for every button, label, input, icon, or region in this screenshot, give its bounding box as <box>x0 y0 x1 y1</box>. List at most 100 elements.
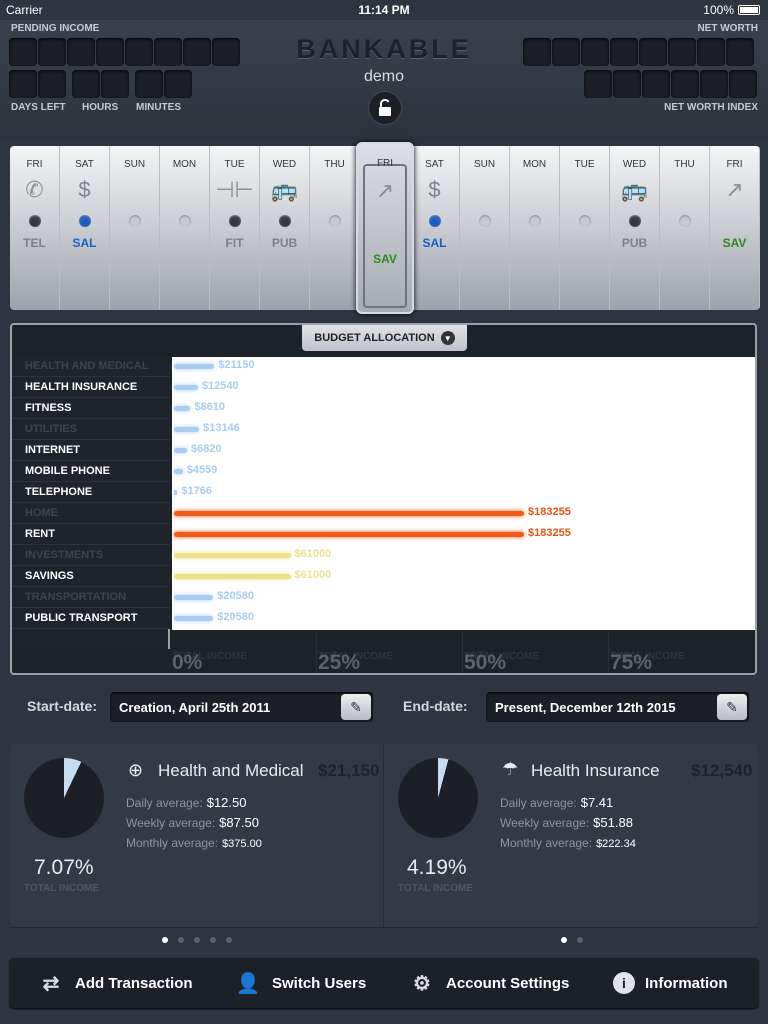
umbrella-icon: ☂ <box>502 759 519 779</box>
add-transaction-button[interactable]: ⇄ Add Transaction <box>37 958 193 1008</box>
event-code <box>510 236 559 250</box>
weekly-average-label: Weekly average: <box>126 816 216 830</box>
event-code: SAL <box>72 236 97 250</box>
percent-value: 7.07% <box>34 856 94 879</box>
plus-circle-icon: ⊕ <box>128 760 144 780</box>
start-date-field[interactable]: Creation, April 25th 2011 <box>110 692 373 722</box>
unlock-icon <box>379 99 391 116</box>
day-name: FRI <box>726 159 743 170</box>
information-label: Information <box>645 974 728 992</box>
account-settings-label: Account Settings <box>446 974 570 992</box>
calendar-day[interactable]: SAT $ SAL <box>60 146 110 310</box>
calendar-day[interactable]: MON <box>510 146 560 310</box>
empty-icon <box>460 175 509 205</box>
day-name: WED <box>622 159 647 170</box>
percent-pie-chart <box>398 758 478 838</box>
transfer-arrows-icon: ⇄ <box>42 972 60 995</box>
budget-bar <box>174 406 191 411</box>
event-code <box>110 236 159 250</box>
calendar-day[interactable]: SUN <box>110 146 160 310</box>
clock: 11:14 PM <box>358 3 410 17</box>
event-code: FIT <box>225 236 244 250</box>
dumbbell-icon: ⊣⊢ <box>215 177 254 202</box>
page-dot[interactable] <box>210 937 216 943</box>
information-button[interactable]: i Information <box>613 958 728 1008</box>
start-date-value: Creation, April 25th 2011 <box>119 699 271 715</box>
calendar-day[interactable]: SUN <box>460 146 510 310</box>
budget-bar-label: $12540 <box>201 380 239 392</box>
event-code <box>310 236 359 250</box>
calendar-day[interactable]: TUE <box>560 146 610 310</box>
page-dot[interactable] <box>162 937 168 943</box>
net-worth-index-label: NET WORTH INDEX <box>664 102 758 113</box>
budget-bar <box>174 385 198 390</box>
day-name: FRI <box>26 159 43 170</box>
weekly-average: Weekly average: $87.50 <box>126 815 259 830</box>
net-worth-label: NET WORTH <box>697 23 758 34</box>
app-logo: BANKABLE <box>296 34 472 64</box>
trend-up-icon: ↗ <box>725 177 744 202</box>
page-dot[interactable] <box>194 937 200 943</box>
monthly-average-label: Monthly average: <box>500 836 593 850</box>
budget-bars: $21150 $12540 $8610 $13146 $6820 $4559 $1766 $1… <box>12 325 755 673</box>
card-title: Health and Medical <box>158 761 304 780</box>
weekly-average-value: $51.88 <box>593 815 633 830</box>
edit-start-date-button[interactable]: ✎ <box>341 694 371 720</box>
calendar-day[interactable]: WED 🚌 PUB <box>610 146 660 310</box>
x-axis-tick-percent: 75% <box>610 651 653 674</box>
page-indicator[interactable] <box>162 937 232 943</box>
event-code <box>660 236 709 250</box>
daily-average: Daily average: $7.41 <box>500 795 613 810</box>
event-dot <box>478 215 491 227</box>
day-name: WED <box>272 159 297 170</box>
switch-users-button[interactable]: 👤 Switch Users <box>234 958 367 1008</box>
page-dot[interactable] <box>226 937 232 943</box>
gear-icon: ⚙ <box>413 972 431 995</box>
budget-bar-label: $183255 <box>528 527 571 539</box>
budget-bar <box>174 469 183 474</box>
budget-allocation-dropdown[interactable]: BUDGET ALLOCATION ▼ <box>302 325 467 351</box>
category-cards: 7.07% TOTAL INCOME ⊕ Health and Medical … <box>10 744 758 927</box>
x-axis-tick-percent: 50% <box>464 651 507 674</box>
account-settings-button[interactable]: ⚙ Account Settings <box>408 958 569 1008</box>
calendar-day[interactable]: WED 🚌 PUB <box>260 146 310 310</box>
page-dot[interactable] <box>561 937 567 943</box>
calendar-day[interactable]: FRI ↗ SAV <box>710 146 760 310</box>
day-name: SUN <box>473 159 496 170</box>
calendar-day[interactable]: TUE ⊣⊢ FIT <box>210 146 260 310</box>
end-date-field[interactable]: Present, December 12th 2015 <box>486 692 749 722</box>
x-axis-tick-percent: 0% <box>172 651 203 674</box>
x-axis-tick: 50% TOTAL INCOME <box>464 651 539 673</box>
x-axis-tick: 25% TOTAL INCOME <box>318 651 393 673</box>
battery-icon <box>738 5 760 15</box>
calendar-day[interactable]: THU <box>660 146 710 310</box>
budget-bar-label: $13146 <box>203 422 240 434</box>
category-card[interactable]: 4.19% TOTAL INCOME ☂ Health Insurance $1… <box>385 744 758 927</box>
calendar-day[interactable]: SAT $ SAL <box>410 146 460 310</box>
weekly-average-label: Weekly average: <box>500 816 590 830</box>
page-dot[interactable] <box>178 937 184 943</box>
event-dot <box>428 215 441 227</box>
percent-label: TOTAL INCOME <box>24 883 99 894</box>
battery-indicator: 100% <box>703 3 760 17</box>
edit-end-date-button[interactable]: ✎ <box>717 694 747 720</box>
x-axis-tick: 0% TOTAL INCOME <box>172 651 247 673</box>
calendar-day[interactable]: THU <box>310 146 360 310</box>
page-dot[interactable] <box>577 937 583 943</box>
event-code: PUB <box>271 236 298 250</box>
dollar-icon: $ <box>428 177 441 202</box>
info-icon: i <box>613 972 635 994</box>
lock-button[interactable] <box>369 92 401 124</box>
empty-icon <box>310 175 359 205</box>
event-dot <box>28 215 41 227</box>
calendar-day[interactable]: FRI ✆ TEL <box>10 146 60 310</box>
day-name: TUE <box>224 159 245 170</box>
category-card[interactable]: 7.07% TOTAL INCOME ⊕ Health and Medical … <box>10 744 384 927</box>
page-indicator[interactable] <box>561 937 583 943</box>
day-name: THU <box>674 159 695 170</box>
add-transaction-label: Add Transaction <box>75 974 193 992</box>
selected-day[interactable]: FRI ↗ SAV <box>356 142 414 314</box>
event-dot <box>78 215 91 227</box>
calendar-day[interactable]: MON <box>160 146 210 310</box>
x-axis-tick-percent: 25% <box>318 651 361 674</box>
